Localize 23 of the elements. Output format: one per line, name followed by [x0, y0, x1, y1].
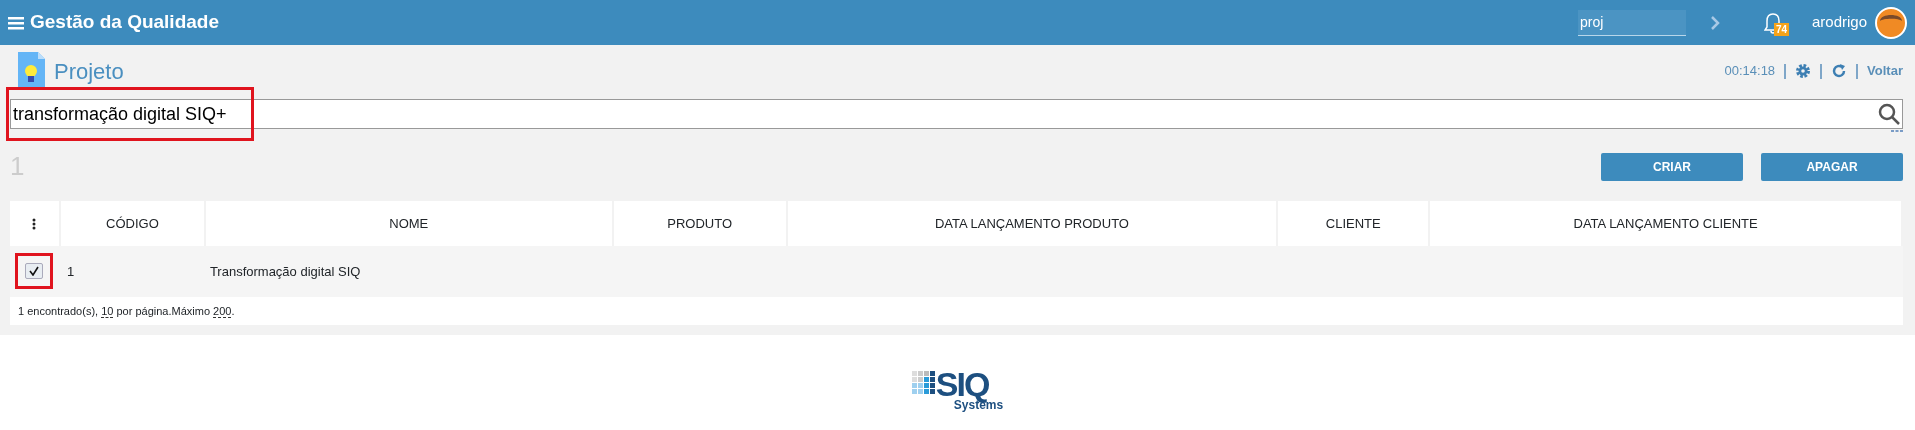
page-title: Projeto — [54, 57, 124, 86]
search-field[interactable]: transformação digital SIQ+ — [10, 99, 1903, 129]
search-icon[interactable] — [1878, 103, 1900, 125]
action-button[interactable]: APAGAR — [1761, 152, 1903, 181]
refresh-icon[interactable] — [1831, 63, 1848, 79]
table-cell: Transformação digital SIQ — [209, 263, 361, 279]
chevron-right-icon[interactable] — [1709, 15, 1720, 30]
user-name[interactable]: arodrigo — [1811, 11, 1867, 34]
logo-grid-icon — [911, 369, 936, 395]
settings-icon[interactable] — [1795, 63, 1812, 79]
more-icon[interactable] — [1891, 129, 1903, 133]
notification-badge: 74 — [1773, 22, 1790, 36]
menu-icon[interactable] — [8, 15, 24, 30]
table-cell: 1 — [66, 263, 75, 279]
avatar-icon[interactable] — [1875, 6, 1907, 39]
check-icon — [29, 265, 40, 276]
per-page-link[interactable]: 10 — [101, 304, 114, 318]
app-title: Gestão da Qualidade — [30, 10, 219, 35]
kebab-icon[interactable] — [32, 218, 37, 231]
timer-text: 00:14:18 — [1724, 62, 1776, 81]
action-button[interactable]: CRIAR — [1601, 152, 1743, 181]
pagination-summary: 1 encontrado(s), 10 por página.Máximo 200. — [18, 303, 235, 320]
row-checkbox[interactable] — [25, 262, 44, 279]
